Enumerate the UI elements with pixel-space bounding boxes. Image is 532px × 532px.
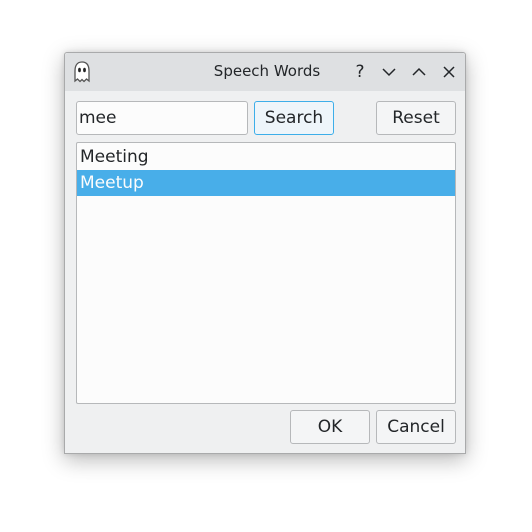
list-item[interactable]: Meeting <box>77 144 455 170</box>
chevron-down-icon[interactable] <box>379 62 399 82</box>
window-title: Speech Words <box>213 62 321 80</box>
cancel-button[interactable]: Cancel <box>376 410 456 444</box>
results-list[interactable]: Meeting Meetup <box>76 142 456 404</box>
list-item-selected[interactable]: Meetup <box>77 170 455 196</box>
search-button[interactable]: Search <box>254 101 334 135</box>
close-icon[interactable] <box>439 62 459 82</box>
ok-button[interactable]: OK <box>290 410 370 444</box>
search-input[interactable] <box>76 101 248 135</box>
chevron-up-icon[interactable] <box>409 62 429 82</box>
title-bar[interactable]: Speech Words ? <box>65 53 465 91</box>
speech-words-dialog: Speech Words ? Search Reset Meeting Meet… <box>64 52 466 454</box>
help-icon[interactable]: ? <box>350 62 370 82</box>
reset-button[interactable]: Reset <box>376 101 456 135</box>
